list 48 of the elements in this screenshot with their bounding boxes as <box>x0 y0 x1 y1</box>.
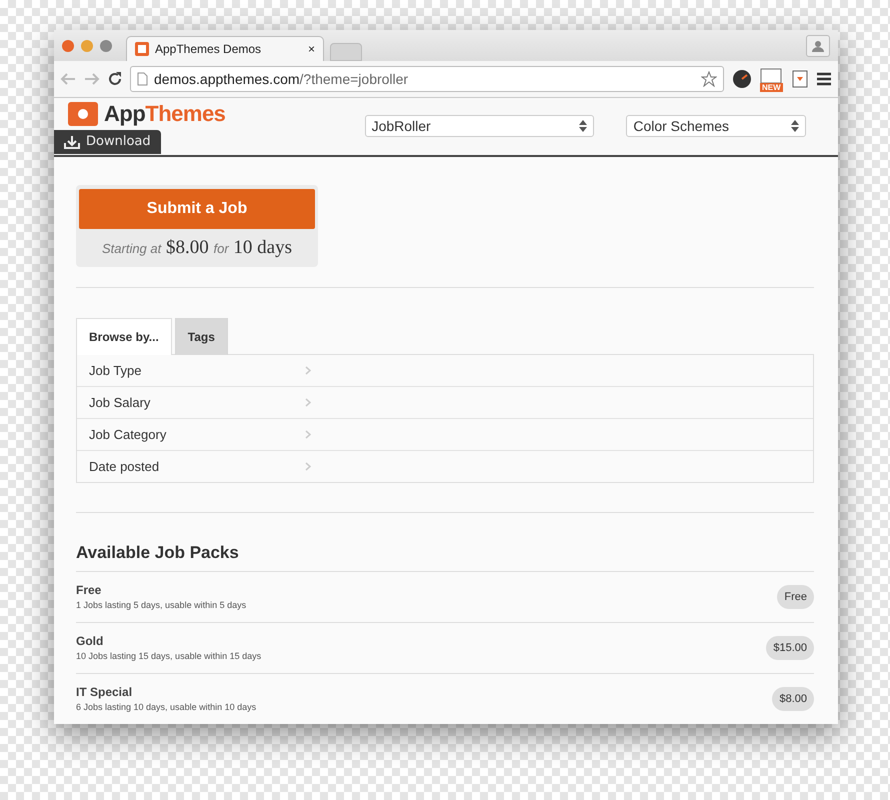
logo-text: AppThemes <box>104 101 226 128</box>
price-tag: $15.00 <box>766 636 814 660</box>
browse-item[interactable]: Job Category <box>89 426 305 442</box>
profile-button[interactable] <box>806 35 830 57</box>
new-badge: NEW <box>760 83 783 92</box>
download-icon <box>64 134 80 149</box>
gauge-icon[interactable] <box>732 69 752 90</box>
page-icon <box>137 72 148 86</box>
browse-item[interactable]: Date posted <box>89 458 305 474</box>
pack-detail: 10 Jobs lasting 15 days, usable within 15 days <box>76 651 262 662</box>
chevron-icon <box>305 462 311 471</box>
pack-name: Free <box>76 583 102 598</box>
chevron-icon <box>305 366 311 375</box>
pack-name: Gold <box>76 634 104 648</box>
chevron-icon <box>305 430 311 439</box>
price-text: Starting at $8.00 for 10 days <box>102 236 292 259</box>
tab-close[interactable]: × <box>308 42 315 56</box>
reload-icon[interactable] <box>108 72 122 86</box>
updown-icon <box>579 120 588 132</box>
updown-icon <box>791 120 799 132</box>
minimize-light <box>81 40 93 52</box>
user-icon <box>812 40 824 52</box>
price-tag: Free <box>777 584 814 609</box>
theme-select[interactable]: JobRoller <box>364 115 594 138</box>
browse-item[interactable]: Job Type <box>89 362 305 378</box>
section-heading: Available Job Packs <box>76 542 240 563</box>
close-light <box>62 40 74 52</box>
tab[interactable]: Tags <box>174 318 228 355</box>
browser-tab[interactable]: AppThemes Demos × <box>126 36 324 62</box>
url-path: /?theme=jobroller <box>300 71 408 88</box>
window-icon <box>760 68 782 84</box>
star-icon[interactable] <box>701 71 717 88</box>
pack-detail: 1 Jobs lasting 5 days, usable within 5 days <box>76 600 248 610</box>
download-button[interactable]: Download <box>54 130 161 154</box>
browse-item[interactable]: Job Salary <box>89 394 305 410</box>
pack-name: IT Special <box>76 685 134 700</box>
color-select[interactable]: Color Schemes <box>626 115 806 138</box>
tab[interactable]: Browse by... <box>76 318 172 355</box>
pack-detail: 6 Jobs lasting 10 days, usable within 10 days <box>76 702 258 712</box>
price-tag: $8.00 <box>772 686 814 711</box>
submit-job-button[interactable]: Submit a Job <box>79 188 315 229</box>
bookmark-icon[interactable] <box>792 70 808 88</box>
zoom-light <box>100 40 112 52</box>
tab-title: AppThemes Demos <box>155 42 262 56</box>
url-host: demos.appthemes.com <box>154 71 300 88</box>
chevron-icon <box>305 398 311 407</box>
address-bar[interactable]: demos.appthemes.com/?theme=jobroller <box>130 66 724 92</box>
menu-icon[interactable] <box>816 72 832 86</box>
